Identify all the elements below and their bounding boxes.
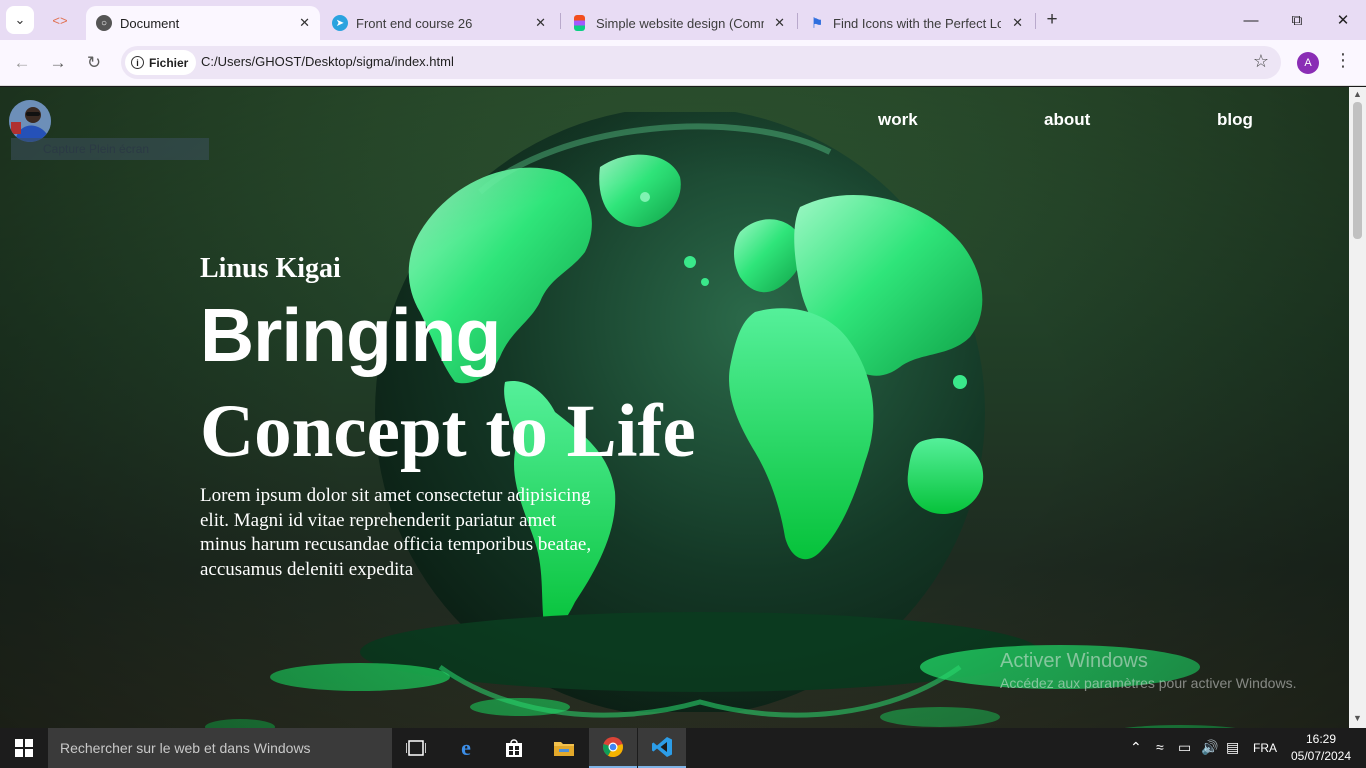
nav-link-about[interactable]: about bbox=[1044, 110, 1090, 130]
forward-button[interactable]: → bbox=[44, 49, 72, 77]
vscode-icon bbox=[652, 737, 672, 757]
tab-search-button[interactable]: ⌄ bbox=[6, 6, 34, 34]
volume-icon[interactable]: 🔊 bbox=[1201, 739, 1218, 756]
battery-icon[interactable]: ▭ bbox=[1178, 739, 1191, 756]
site-info-chip[interactable]: i Fichier bbox=[125, 50, 197, 75]
taskbar-edge[interactable]: e bbox=[442, 728, 490, 768]
minimize-button[interactable]: — bbox=[1228, 0, 1274, 40]
info-icon: i bbox=[131, 56, 144, 69]
task-view-button[interactable] bbox=[392, 728, 440, 768]
tab-find-icons[interactable]: ⚑ Find Icons with the Perfect Look ✕ bbox=[799, 6, 1033, 40]
wifi-icon[interactable]: ≈ bbox=[1156, 739, 1164, 755]
clock-time: 16:29 bbox=[1305, 732, 1337, 746]
taskbar-clock[interactable]: 16:29 05/07/2024 bbox=[1288, 731, 1354, 765]
address-bar[interactable]: i Fichier C:/Users/GHOST/Desktop/sigma/i… bbox=[121, 46, 1281, 79]
plus-icon: + bbox=[1046, 9, 1058, 30]
notifications-icon[interactable]: ▤ bbox=[1226, 739, 1239, 756]
tab-front-end-course[interactable]: ➤ Front end course 26 ✕ bbox=[322, 6, 556, 40]
telegram-icon: ➤ bbox=[332, 15, 348, 31]
tab-separator bbox=[797, 13, 798, 29]
nav-link-blog[interactable]: blog bbox=[1217, 110, 1253, 130]
clock-date: 05/07/2024 bbox=[1290, 749, 1352, 763]
flag-icon: ⚑ bbox=[810, 14, 824, 31]
edge-icon: e bbox=[461, 735, 471, 760]
arrow-left-icon: ← bbox=[13, 53, 31, 72]
hero-name: Linus Kigai bbox=[200, 253, 341, 284]
watermark-subtitle: Accédez aux paramètres pour activer Wind… bbox=[1000, 675, 1297, 691]
scroll-up-arrow-icon[interactable]: ▲ bbox=[1353, 89, 1362, 99]
url-text[interactable]: C:/Users/GHOST/Desktop/sigma/index.html bbox=[201, 54, 454, 69]
globe-icon: ○ bbox=[96, 15, 112, 31]
scroll-down-arrow-icon[interactable]: ▼ bbox=[1353, 713, 1362, 723]
windows-activation-watermark: Activer Windows Accédez aux paramètres p… bbox=[1000, 650, 1296, 691]
show-hidden-icons-chevron-icon[interactable]: ⌃ bbox=[1130, 739, 1142, 756]
tab-figma-design[interactable]: Simple website design (Commu ✕ bbox=[561, 6, 795, 40]
tab-document[interactable]: ○ Document ✕ bbox=[86, 6, 320, 40]
watermark-title: Activer Windows bbox=[1000, 650, 1148, 672]
chrome-icon bbox=[603, 737, 623, 758]
chevron-down-icon: ⌄ bbox=[14, 12, 26, 27]
tab-group-button[interactable]: <> bbox=[46, 6, 74, 34]
taskbar-chrome[interactable] bbox=[589, 728, 637, 768]
tab-title: Front end course 26 bbox=[356, 15, 473, 31]
browser-tab-strip: ⌄ <> ○ Document ✕ ➤ Front end course 26 … bbox=[0, 0, 1366, 40]
hero-description: Lorem ipsum dolor sit amet consectetur a… bbox=[200, 485, 592, 580]
tab-title: Document bbox=[120, 15, 180, 31]
taskbar-search-box[interactable]: Rechercher sur le web et dans Windows bbox=[48, 728, 392, 768]
scrollbar-thumb[interactable] bbox=[1353, 102, 1362, 239]
close-icon[interactable]: ✕ bbox=[1012, 15, 1023, 31]
taskbar-search-placeholder: Rechercher sur le web et dans Windows bbox=[60, 740, 311, 756]
windows-logo-icon bbox=[15, 739, 33, 757]
reload-button[interactable]: ↻ bbox=[80, 49, 108, 77]
close-window-button[interactable]: ✕ bbox=[1320, 0, 1366, 40]
nav-link-work[interactable]: work bbox=[878, 110, 918, 130]
profile-avatar[interactable]: A bbox=[1297, 52, 1319, 74]
tab-title: Simple website design (Commu bbox=[596, 15, 764, 31]
close-icon: ✕ bbox=[1336, 12, 1350, 29]
hero-title-line-2: Concept to Life bbox=[200, 390, 696, 473]
restore-icon: ⧉ bbox=[1291, 11, 1303, 29]
reload-icon: ↻ bbox=[86, 53, 102, 72]
code-brackets-icon: <> bbox=[52, 12, 68, 28]
screen-capture-label: Capture Plein écran bbox=[43, 142, 150, 156]
tab-separator bbox=[1035, 13, 1036, 29]
browser-toolbar: ← → ↻ i Fichier C:/Users/GHOST/Desktop/s… bbox=[0, 40, 1366, 86]
hero-title-line-1: Bringing bbox=[200, 293, 501, 377]
minimize-icon: — bbox=[1243, 11, 1259, 29]
figma-icon bbox=[574, 15, 585, 31]
language-indicator[interactable]: FRA bbox=[1253, 741, 1277, 755]
taskbar-store[interactable] bbox=[490, 728, 538, 768]
back-button[interactable]: ← bbox=[8, 49, 36, 77]
close-icon[interactable]: ✕ bbox=[299, 15, 310, 31]
taskbar-file-explorer[interactable] bbox=[540, 728, 588, 768]
folder-icon bbox=[554, 742, 574, 756]
restore-button[interactable]: ⧉ bbox=[1274, 0, 1320, 40]
new-tab-button[interactable]: + bbox=[1038, 6, 1066, 34]
avatar[interactable] bbox=[9, 100, 51, 142]
bookmark-star-icon[interactable]: ☆ bbox=[1253, 51, 1269, 72]
task-view-icon bbox=[406, 740, 426, 756]
more-menu-icon[interactable]: ⋮ bbox=[1334, 50, 1352, 71]
close-icon[interactable]: ✕ bbox=[535, 15, 546, 31]
taskbar-vscode[interactable] bbox=[638, 728, 686, 768]
windows-taskbar: Rechercher sur le web et dans Windows e bbox=[0, 728, 1366, 768]
start-button[interactable] bbox=[0, 728, 48, 768]
avatar-image bbox=[9, 100, 51, 142]
tab-title: Find Icons with the Perfect Look bbox=[833, 15, 1001, 31]
arrow-right-icon: → bbox=[49, 53, 67, 72]
page-scrollbar[interactable]: ▲ ▼ bbox=[1349, 87, 1366, 728]
page-viewport: Capture Plein écran work about blog Linu… bbox=[0, 87, 1349, 728]
store-icon bbox=[506, 739, 522, 757]
site-chip-label: Fichier bbox=[149, 55, 189, 70]
close-icon[interactable]: ✕ bbox=[774, 15, 785, 31]
